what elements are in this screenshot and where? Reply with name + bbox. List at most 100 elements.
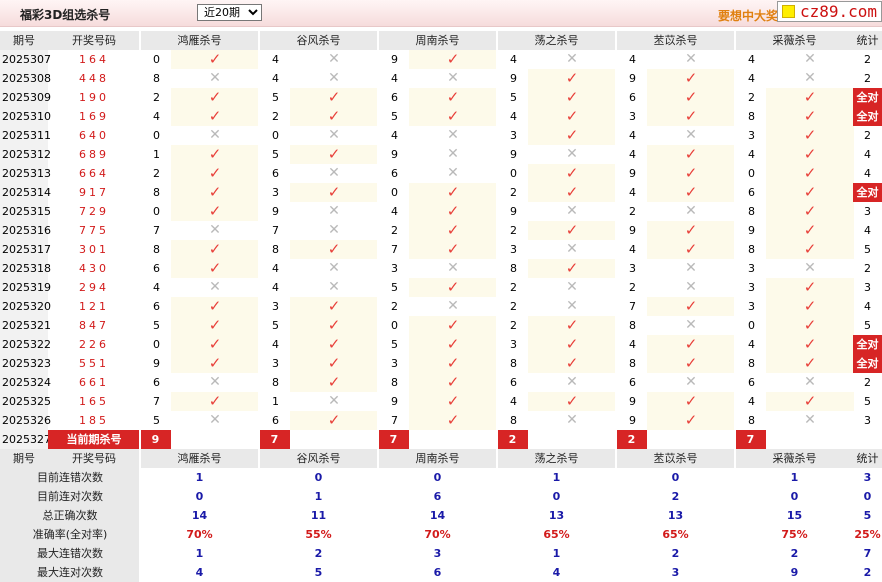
column-separator: [615, 525, 617, 544]
check-icon: ✓: [208, 164, 222, 182]
result-mark: ✓: [647, 411, 735, 430]
result-mark: ✕: [528, 240, 616, 259]
summary-stat: 25%: [854, 528, 881, 541]
column-separator: [734, 183, 736, 202]
result-mark: ✓: [647, 297, 735, 316]
check-icon: ✓: [803, 88, 817, 106]
result-mark: ✓: [528, 259, 616, 278]
cross-icon: ✕: [566, 279, 578, 295]
column-separator: [615, 468, 617, 487]
summary-stat: 2: [863, 566, 872, 579]
cross-icon: ✕: [447, 298, 459, 314]
summary-stat: 7: [863, 547, 872, 560]
column-separator: [615, 411, 617, 430]
kill-number: 9: [259, 202, 290, 221]
site-logo[interactable]: cz89.com: [777, 1, 882, 22]
result-mark: ✓: [528, 354, 616, 373]
kill-number: 3: [616, 259, 647, 278]
promo-text[interactable]: 要想中大奖: [718, 7, 778, 24]
column-separator: [258, 164, 260, 183]
kill-number: 0: [378, 183, 409, 202]
kill-number: 4: [378, 69, 409, 88]
column-separator: [139, 468, 141, 487]
kill-number: 6: [259, 411, 290, 430]
column-separator: [734, 145, 736, 164]
table-row: 2025324 661 6 ✕ 8 ✓ 8 ✓ 6 ✕ 6 ✕ 6 ✕ 2: [0, 373, 882, 392]
result-mark: ✓: [290, 240, 378, 259]
kill-number: 6: [378, 88, 409, 107]
current-kill-number: 7: [378, 430, 409, 449]
column-separator: [615, 221, 617, 240]
summary-label: 总正确次数: [0, 506, 140, 525]
header-issue: 期号: [0, 31, 48, 50]
result-mark: ✓: [528, 126, 616, 145]
current-label: 当前期杀号: [48, 430, 140, 449]
kill-number: 4: [616, 126, 647, 145]
column-separator: [734, 468, 736, 487]
column-separator: [615, 31, 617, 50]
kill-number: 9: [378, 145, 409, 164]
row-stat: 2: [864, 72, 871, 85]
row-stat: 2: [864, 129, 871, 142]
result-mark: ✕: [171, 373, 259, 392]
kill-number: 7: [378, 411, 409, 430]
result-mark: ✓: [171, 50, 259, 69]
summary-value: 9: [790, 566, 799, 579]
column-separator: [734, 354, 736, 373]
cross-icon: ✕: [685, 279, 697, 295]
issue-number: 2025313: [0, 164, 51, 183]
column-separator: [258, 487, 260, 506]
kill-number: 0: [140, 335, 171, 354]
check-icon: ✓: [446, 335, 460, 353]
kill-number: 0: [259, 126, 290, 145]
current-row: 2025327 当前期杀号 9 7 7 2 2 7: [0, 430, 882, 449]
kill-number: 4: [735, 335, 766, 354]
column-separator: [139, 544, 141, 563]
check-icon: ✓: [208, 145, 222, 163]
column-separator: [377, 126, 379, 145]
column-separator: [258, 107, 260, 126]
column-separator: [615, 164, 617, 183]
kill-number: 6: [378, 164, 409, 183]
column-separator: [377, 525, 379, 544]
result-mark: ✓: [171, 259, 259, 278]
column-separator: [615, 278, 617, 297]
cross-icon: ✕: [328, 70, 340, 86]
column-separator: [496, 316, 498, 335]
check-icon: ✓: [684, 145, 698, 163]
result-mark: ✓: [171, 316, 259, 335]
result-mark: ✕: [409, 164, 497, 183]
row-stat: 3: [864, 414, 871, 427]
header-expert-3: 周南杀号: [378, 449, 497, 468]
column-separator: [139, 278, 141, 297]
logo-text: cz89.com: [800, 2, 878, 21]
check-icon: ✓: [208, 259, 222, 277]
column-separator: [734, 449, 736, 468]
kill-number: 4: [616, 183, 647, 202]
result-mark: ✕: [290, 221, 378, 240]
summary-value: 13: [667, 509, 684, 522]
summary-value: 0: [195, 490, 204, 503]
cross-icon: ✕: [328, 279, 340, 295]
cross-icon: ✕: [447, 165, 459, 181]
row-stat: 全对: [853, 88, 882, 107]
draw-numbers: 847: [79, 319, 109, 332]
kill-number: 6: [259, 164, 290, 183]
row-stat: 2: [864, 262, 871, 275]
current-kill-number: 7: [259, 430, 290, 449]
check-icon: ✓: [803, 335, 817, 353]
summary-stat: 3: [863, 471, 872, 484]
result-mark: ✓: [290, 335, 378, 354]
result-mark: ✓: [171, 335, 259, 354]
kill-number: 4: [616, 240, 647, 259]
kill-number: 1: [140, 145, 171, 164]
issue-number: 2025317: [0, 240, 51, 259]
check-icon: ✓: [208, 335, 222, 353]
column-separator: [139, 50, 141, 69]
kill-number: 8: [378, 373, 409, 392]
check-icon: ✓: [684, 240, 698, 258]
period-select[interactable]: 近20期: [197, 4, 262, 21]
kill-number: 4: [616, 50, 647, 69]
row-stat: 4: [864, 224, 871, 237]
result-mark: ✓: [647, 69, 735, 88]
